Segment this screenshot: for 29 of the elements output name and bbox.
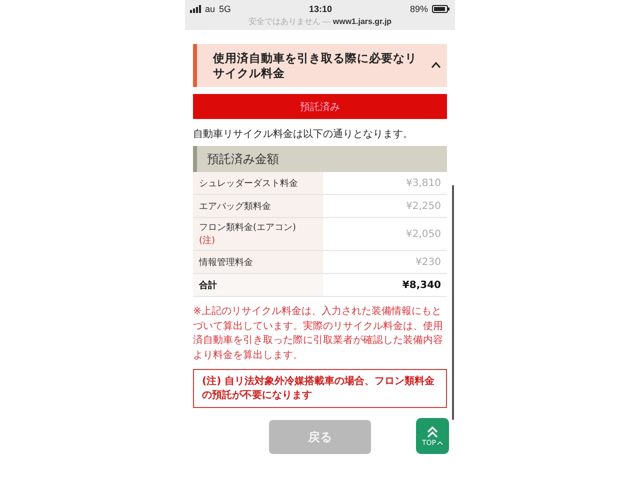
- double-chevron-icon: [426, 426, 439, 438]
- network-type: 5G: [219, 4, 232, 14]
- fee-label: フロン類料金(エアコン): [199, 222, 298, 234]
- signal-icon: [190, 4, 201, 12]
- scrollbar[interactable]: [452, 185, 454, 420]
- fee-amount: ¥3,810: [406, 178, 441, 188]
- fee-amount: ¥230: [416, 256, 441, 268]
- fee-label: 情報管理料金: [199, 256, 254, 268]
- warning-box: (注) 自リ法対象外冷媒搭載車の場合、フロン類料金の預託が不要になります: [193, 369, 447, 408]
- carrier: au: [205, 4, 216, 14]
- notice-text: ※上記のリサイクル料金は、入力された装備情報にもとづいて算出しています。実際のリサイクル料金は、使用済自動車を引き取った際に引取業者が確認した装備内容より料金を算出します。: [193, 305, 444, 362]
- caret-icon[interactable]: [431, 62, 441, 68]
- battery-percent: 89%: [410, 4, 428, 14]
- fee-label: エアバッグ類料金: [199, 200, 272, 212]
- table-heading: 預託済み金額: [193, 146, 447, 172]
- section-title: 使用済自動車を引き取る際に必要なリサイクル料金: [213, 50, 418, 80]
- fee-amount: ¥2,250: [406, 200, 441, 212]
- total-amount: ¥8,340: [402, 280, 441, 290]
- caret-icon: [437, 440, 443, 444]
- section-header[interactable]: 使用済自動車を引き取る際に必要なリサイクル料金: [193, 44, 447, 87]
- address-bar[interactable]: 安全ではありません — www1.jars.gr.jp: [248, 17, 392, 26]
- fee-amount: ¥2,050: [406, 228, 441, 240]
- fee-label: シュレッダーダスト料金: [199, 178, 299, 190]
- note-mark: (注): [199, 234, 216, 247]
- battery-icon: [432, 4, 450, 12]
- total-label: 合計: [199, 279, 218, 292]
- clock: 13:10: [308, 4, 332, 14]
- intro-text: 自動車リサイクル料金は以下の通りとなります。: [193, 128, 414, 141]
- status-banner: 預託済み: [193, 94, 447, 119]
